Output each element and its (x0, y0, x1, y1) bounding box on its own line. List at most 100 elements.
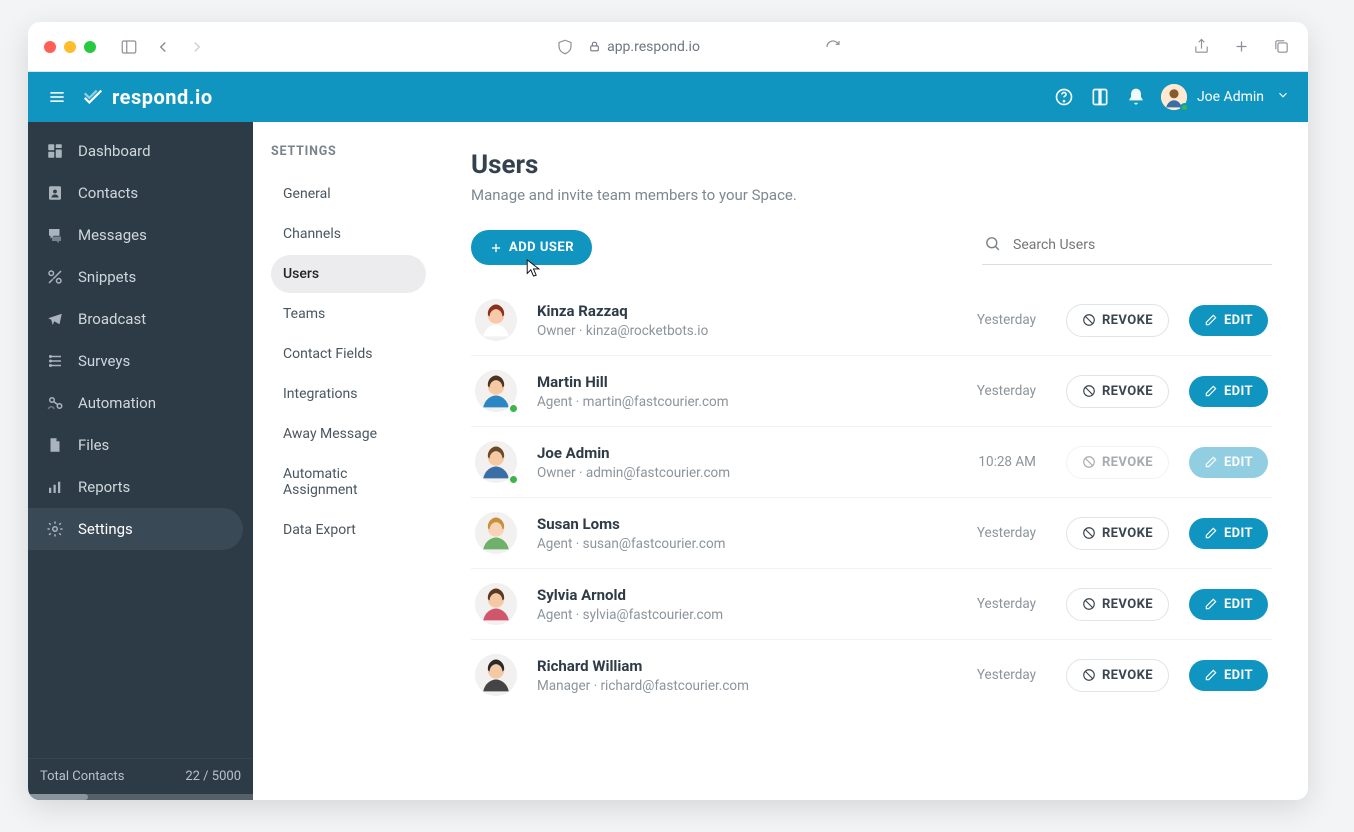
user-role-email: Owner · admin@fastcourier.com (537, 465, 958, 481)
user-last-seen: 10:28 AM (978, 454, 1036, 470)
sidebar-item-broadcast[interactable]: Broadcast (28, 298, 253, 340)
docs-icon[interactable] (1089, 86, 1111, 108)
snippets-icon (46, 268, 64, 286)
sidebar-item-snippets[interactable]: Snippets (28, 256, 253, 298)
settings-item-teams[interactable]: Teams (271, 295, 426, 333)
user-row: Kinza RazzaqOwner · kinza@rocketbots.ioY… (471, 285, 1272, 356)
search-users[interactable] (982, 231, 1272, 265)
user-menu[interactable]: Joe Admin (1161, 84, 1290, 110)
edit-button[interactable]: EDIT (1189, 518, 1268, 549)
user-name: Kinza Razzaq (537, 302, 957, 320)
settings-item-contact-fields[interactable]: Contact Fields (271, 335, 426, 373)
messages-icon (46, 226, 64, 244)
hamburger-icon[interactable] (46, 86, 68, 108)
settings-item-data-export[interactable]: Data Export (271, 511, 426, 549)
revoke-button[interactable]: REVOKE (1066, 588, 1169, 621)
reports-icon (46, 478, 64, 496)
user-avatar (475, 654, 517, 696)
settings-item-automatic-assignment[interactable]: Automatic Assignment (271, 455, 426, 509)
sidebar-item-dashboard[interactable]: Dashboard (28, 130, 253, 172)
edit-icon (1204, 668, 1218, 682)
sidebar-item-files[interactable]: Files (28, 424, 253, 466)
sidebar-item-messages[interactable]: Messages (28, 214, 253, 256)
add-user-button[interactable]: ADD USER (471, 230, 592, 265)
close-window-icon[interactable] (44, 41, 56, 53)
user-row: Martin HillAgent · martin@fastcourier.co… (471, 356, 1272, 427)
sidebar-item-automation[interactable]: Automation (28, 382, 253, 424)
revoke-icon (1082, 455, 1096, 469)
edit-icon (1204, 313, 1218, 327)
user-row: Richard William Manager · richard@fastcou… (471, 640, 1272, 710)
search-input[interactable] (1013, 237, 1270, 253)
contacts-icon (46, 184, 64, 202)
settings-item-away-message[interactable]: Away Message (271, 415, 426, 453)
user-name: Joe Admin (537, 444, 958, 462)
help-icon[interactable] (1053, 86, 1075, 108)
maximize-window-icon[interactable] (84, 41, 96, 53)
user-name: Sylvia Arnold (537, 586, 957, 604)
tabs-icon[interactable] (1270, 36, 1292, 58)
user-name: Martin Hill (537, 373, 957, 391)
page-title: Users (471, 150, 1272, 180)
user-name: Richard William (537, 657, 957, 675)
sidebar-item-reports[interactable]: Reports (28, 466, 253, 508)
revoke-icon (1082, 384, 1096, 398)
revoke-icon (1082, 668, 1096, 682)
revoke-button[interactable]: REVOKE (1066, 659, 1169, 692)
sidebar-item-contacts[interactable]: Contacts (28, 172, 253, 214)
user-role-email: Manager · richard@fastcourier.com (537, 678, 957, 694)
revoke-icon (1082, 526, 1096, 540)
sidebar-scrollbar[interactable] (28, 794, 253, 800)
edit-icon (1204, 597, 1218, 611)
sidebar-footer: Total Contacts 22 / 5000 (28, 758, 253, 794)
user-last-seen: Yesterday (977, 667, 1036, 683)
sidebar-item-surveys[interactable]: Surveys (28, 340, 253, 382)
search-icon (984, 235, 1001, 256)
revoke-button[interactable]: REVOKE (1066, 517, 1169, 550)
reload-icon[interactable] (822, 36, 844, 58)
user-avatar (475, 299, 517, 341)
revoke-button: REVOKE (1066, 446, 1169, 479)
revoke-button[interactable]: REVOKE (1066, 375, 1169, 408)
share-icon[interactable] (1190, 36, 1212, 58)
edit-button[interactable]: EDIT (1189, 589, 1268, 620)
url-text: app.respond.io (607, 39, 700, 55)
sidebar-item-settings[interactable]: Settings (28, 508, 243, 550)
new-tab-icon[interactable] (1230, 36, 1252, 58)
user-last-seen: Yesterday (977, 312, 1036, 328)
user-avatar (475, 512, 517, 554)
user-last-seen: Yesterday (977, 525, 1036, 541)
dashboard-icon (46, 142, 64, 160)
edit-button[interactable]: EDIT (1189, 376, 1268, 407)
revoke-icon (1082, 313, 1096, 327)
edit-icon (1204, 384, 1218, 398)
user-last-seen: Yesterday (977, 383, 1036, 399)
shield-icon[interactable] (554, 36, 576, 58)
revoke-button[interactable]: REVOKE (1066, 304, 1169, 337)
url-bar[interactable]: app.respond.io (588, 39, 700, 55)
user-role-email: Agent · susan@fastcourier.com (537, 536, 957, 552)
edit-button[interactable]: EDIT (1189, 660, 1268, 691)
sidebar-toggle-icon[interactable] (118, 36, 140, 58)
brand-logo-icon (82, 86, 104, 108)
minimize-window-icon[interactable] (64, 41, 76, 53)
settings-item-users[interactable]: Users (271, 255, 426, 293)
bell-icon[interactable] (1125, 86, 1147, 108)
user-row: Sylvia Arnold Agent · sylvia@fastcourier.… (471, 569, 1272, 640)
user-avatar (475, 370, 517, 412)
files-icon (46, 436, 64, 454)
app: respond.io Joe Admin (28, 72, 1308, 800)
user-role-email: Agent · sylvia@fastcourier.com (537, 607, 957, 623)
plus-icon (489, 241, 503, 255)
edit-icon (1204, 455, 1218, 469)
forward-icon[interactable] (186, 36, 208, 58)
back-icon[interactable] (152, 36, 174, 58)
brand[interactable]: respond.io (82, 85, 213, 109)
edit-button[interactable]: EDIT (1189, 305, 1268, 336)
settings-item-integrations[interactable]: Integrations (271, 375, 426, 413)
user-row: Joe Admin Owner · admin@fastcourier.com 10… (471, 427, 1272, 498)
settings-sidebar: SETTINGS GeneralChannelsUsersTeamsContac… (253, 122, 435, 800)
settings-item-general[interactable]: General (271, 175, 426, 213)
settings-item-channels[interactable]: Channels (271, 215, 426, 253)
automation-icon (46, 394, 64, 412)
